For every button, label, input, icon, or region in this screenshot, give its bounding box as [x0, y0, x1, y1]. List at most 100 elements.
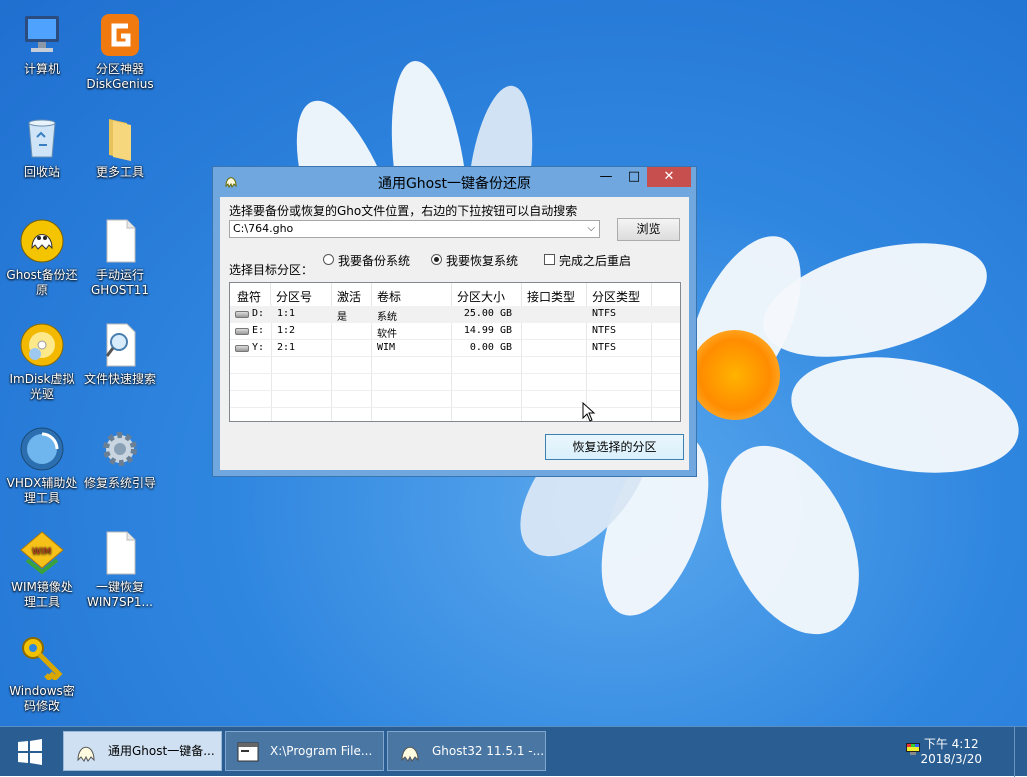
mouse-cursor-icon: [582, 401, 596, 425]
wim-icon: WIM: [19, 530, 65, 576]
chevron-down-icon[interactable]: ⌵: [587, 221, 595, 237]
reboot-checkbox[interactable]: [544, 254, 555, 265]
hard-drive-icon: [235, 311, 249, 318]
cell-partition-type: NTFS: [592, 308, 617, 319]
desktop-icon-diskgenius[interactable]: 分区神器 DiskGenius: [81, 12, 159, 92]
file-icon: [97, 530, 143, 576]
desktop-icon-label: 手动运行 GHOST11: [91, 268, 149, 297]
gho-path-prompt: 选择要备份或恢复的Gho文件位置，右边的下拉按钮可以自动搜索: [229, 204, 578, 218]
taskbar: 通用Ghost一键备... X:\Program File... Ghost32…: [0, 726, 1027, 777]
ghost-icon: [19, 218, 65, 264]
cell-volume-label: 软件: [377, 329, 397, 340]
desktop-icon-repair-boot[interactable]: 修复系统引导: [81, 426, 159, 491]
window-titlebar[interactable]: 通用Ghost一键备份还原 — □ ✕: [213, 167, 696, 196]
desktop-icon-label: 修复系统引导: [83, 476, 156, 490]
ghost-icon: [398, 740, 422, 764]
restore-partition-button[interactable]: 恢复选择的分区: [545, 434, 684, 460]
wallpaper-flower-center: [690, 330, 780, 420]
cell-partition-no: 2:1: [277, 342, 296, 353]
desktop-icon-password[interactable]: Windows密 码修改: [3, 634, 81, 714]
desktop-icon-ghost[interactable]: Ghost备份还 原: [3, 218, 81, 298]
windows-logo-icon: [18, 739, 42, 765]
partition-table[interactable]: 盘符 分区号 激活 卷标 分区大小 接口类型 分区类型 D: 1:1 是 系统 …: [229, 282, 681, 422]
cell-active: 是: [337, 312, 347, 323]
desktop-icon-imdisk[interactable]: ImDisk虚拟 光驱: [3, 322, 81, 402]
desktop-icon-file-search[interactable]: 文件快速搜索: [81, 322, 159, 387]
window-client: 选择要备份或恢复的Gho文件位置，右边的下拉按钮可以自动搜索 C:\764.gh…: [220, 197, 689, 470]
desktop-icon-recycle-bin[interactable]: 回收站: [3, 115, 81, 180]
hard-drive-icon: [235, 328, 249, 335]
column-header-active[interactable]: 激活: [337, 288, 361, 305]
taskbar-item-console[interactable]: X:\Program File...: [225, 731, 384, 771]
gho-path-value: C:\764.gho: [233, 222, 294, 235]
hard-drive-icon: [235, 345, 249, 352]
column-header-size[interactable]: 分区大小: [457, 288, 505, 305]
desktop-icon-label: WIM镜像处 理工具: [11, 580, 73, 609]
start-button[interactable]: [6, 733, 54, 771]
restore-radio[interactable]: [431, 254, 442, 265]
taskbar-item-ghost32[interactable]: Ghost32 11.5.1 -...: [387, 731, 546, 771]
column-header-partition-type[interactable]: 分区类型: [592, 288, 640, 305]
desktop-icon-label: ImDisk虚拟 光驱: [9, 372, 75, 401]
cell-partition-no: 1:2: [277, 325, 296, 336]
table-row[interactable]: E: 1:2 软件 14.99 GB NTFS: [230, 323, 680, 340]
diskgenius-icon: [97, 12, 143, 58]
table-row[interactable]: D: 1:1 是 系统 25.00 GB NTFS: [230, 306, 680, 323]
console-icon: [236, 740, 260, 764]
desktop-icon-vhdx[interactable]: VHDX辅助处 理工具: [3, 426, 81, 506]
desktop-icon-label: Ghost备份还 原: [6, 268, 78, 297]
table-row[interactable]: Y: 2:1 WIM 0.00 GB NTFS: [230, 340, 680, 357]
taskbar-item-ghost-backup[interactable]: 通用Ghost一键备...: [63, 731, 222, 771]
desktop-icon-label: Windows密 码修改: [9, 684, 75, 713]
cell-partition-type: NTFS: [592, 325, 617, 336]
taskbar-item-label: 通用Ghost一键备...: [108, 744, 215, 758]
maximize-button[interactable]: □: [621, 167, 647, 187]
vhdx-icon: [19, 426, 65, 472]
column-header-interface[interactable]: 接口类型: [527, 288, 575, 305]
wallpaper-petal: [782, 340, 1027, 490]
desktop-icon-one-key-restore[interactable]: 一键恢复 WIN7SP1...: [81, 530, 159, 610]
gho-path-combobox[interactable]: C:\764.gho ⌵: [229, 220, 600, 238]
computer-icon: [19, 12, 65, 58]
cell-volume-label: WIM: [377, 342, 396, 353]
taskbar-clock[interactable]: 下午 4:12 2018/3/20: [920, 737, 982, 767]
browse-button[interactable]: 浏览: [617, 218, 680, 241]
ghost-backup-window: 通用Ghost一键备份还原 — □ ✕ 选择要备份或恢复的Gho文件位置，右边的…: [212, 166, 697, 477]
display-tray-icon[interactable]: [906, 743, 920, 755]
backup-radio[interactable]: [323, 254, 334, 265]
cell-size: 0.00 GB: [469, 342, 512, 353]
desktop-icon-label: 回收站: [23, 165, 60, 179]
ghost-icon: [74, 740, 98, 764]
gear-icon: [97, 426, 143, 472]
column-header-volume-label[interactable]: 卷标: [377, 288, 401, 305]
desktop-icon-computer[interactable]: 计算机: [3, 12, 81, 77]
cell-drive: E:: [252, 325, 265, 336]
column-header-drive[interactable]: 盘符: [237, 288, 261, 305]
cell-size: 14.99 GB: [463, 325, 512, 336]
close-button[interactable]: ✕: [647, 167, 691, 187]
desktop-icon-label: 计算机: [23, 62, 60, 76]
clock-time: 下午 4:12: [923, 737, 979, 751]
desktop-icon-label: 分区神器 DiskGenius: [86, 62, 154, 91]
cell-drive: Y:: [252, 342, 265, 353]
taskbar-item-label: X:\Program File...: [270, 744, 373, 758]
cell-volume-label: 系统: [377, 312, 397, 323]
desktop-icon-ghost11[interactable]: 手动运行 GHOST11: [81, 218, 159, 298]
search-file-icon: [97, 322, 143, 368]
cell-partition-type: NTFS: [592, 342, 617, 353]
desktop-icon-more-tools[interactable]: 更多工具: [81, 115, 159, 180]
reboot-checkbox-label[interactable]: 完成之后重启: [559, 252, 631, 269]
taskbar-item-label: Ghost32 11.5.1 -...: [432, 744, 545, 758]
cd-drive-icon: [19, 322, 65, 368]
desktop-icon-wim[interactable]: WIM WIM镜像处 理工具: [3, 530, 81, 610]
column-header-partition-no[interactable]: 分区号: [276, 288, 312, 305]
target-partition-label: 选择目标分区：: [229, 263, 314, 277]
minimize-button[interactable]: —: [593, 167, 619, 187]
restore-radio-label[interactable]: 我要恢复系统: [446, 252, 518, 269]
cell-drive: D:: [252, 308, 265, 319]
backup-radio-label[interactable]: 我要备份系统: [338, 252, 410, 269]
desktop-icon-label: 更多工具: [95, 165, 144, 179]
desktop-icon-label: 一键恢复 WIN7SP1...: [87, 580, 153, 609]
key-icon: [19, 634, 65, 682]
show-desktop-button[interactable]: [1014, 727, 1027, 777]
